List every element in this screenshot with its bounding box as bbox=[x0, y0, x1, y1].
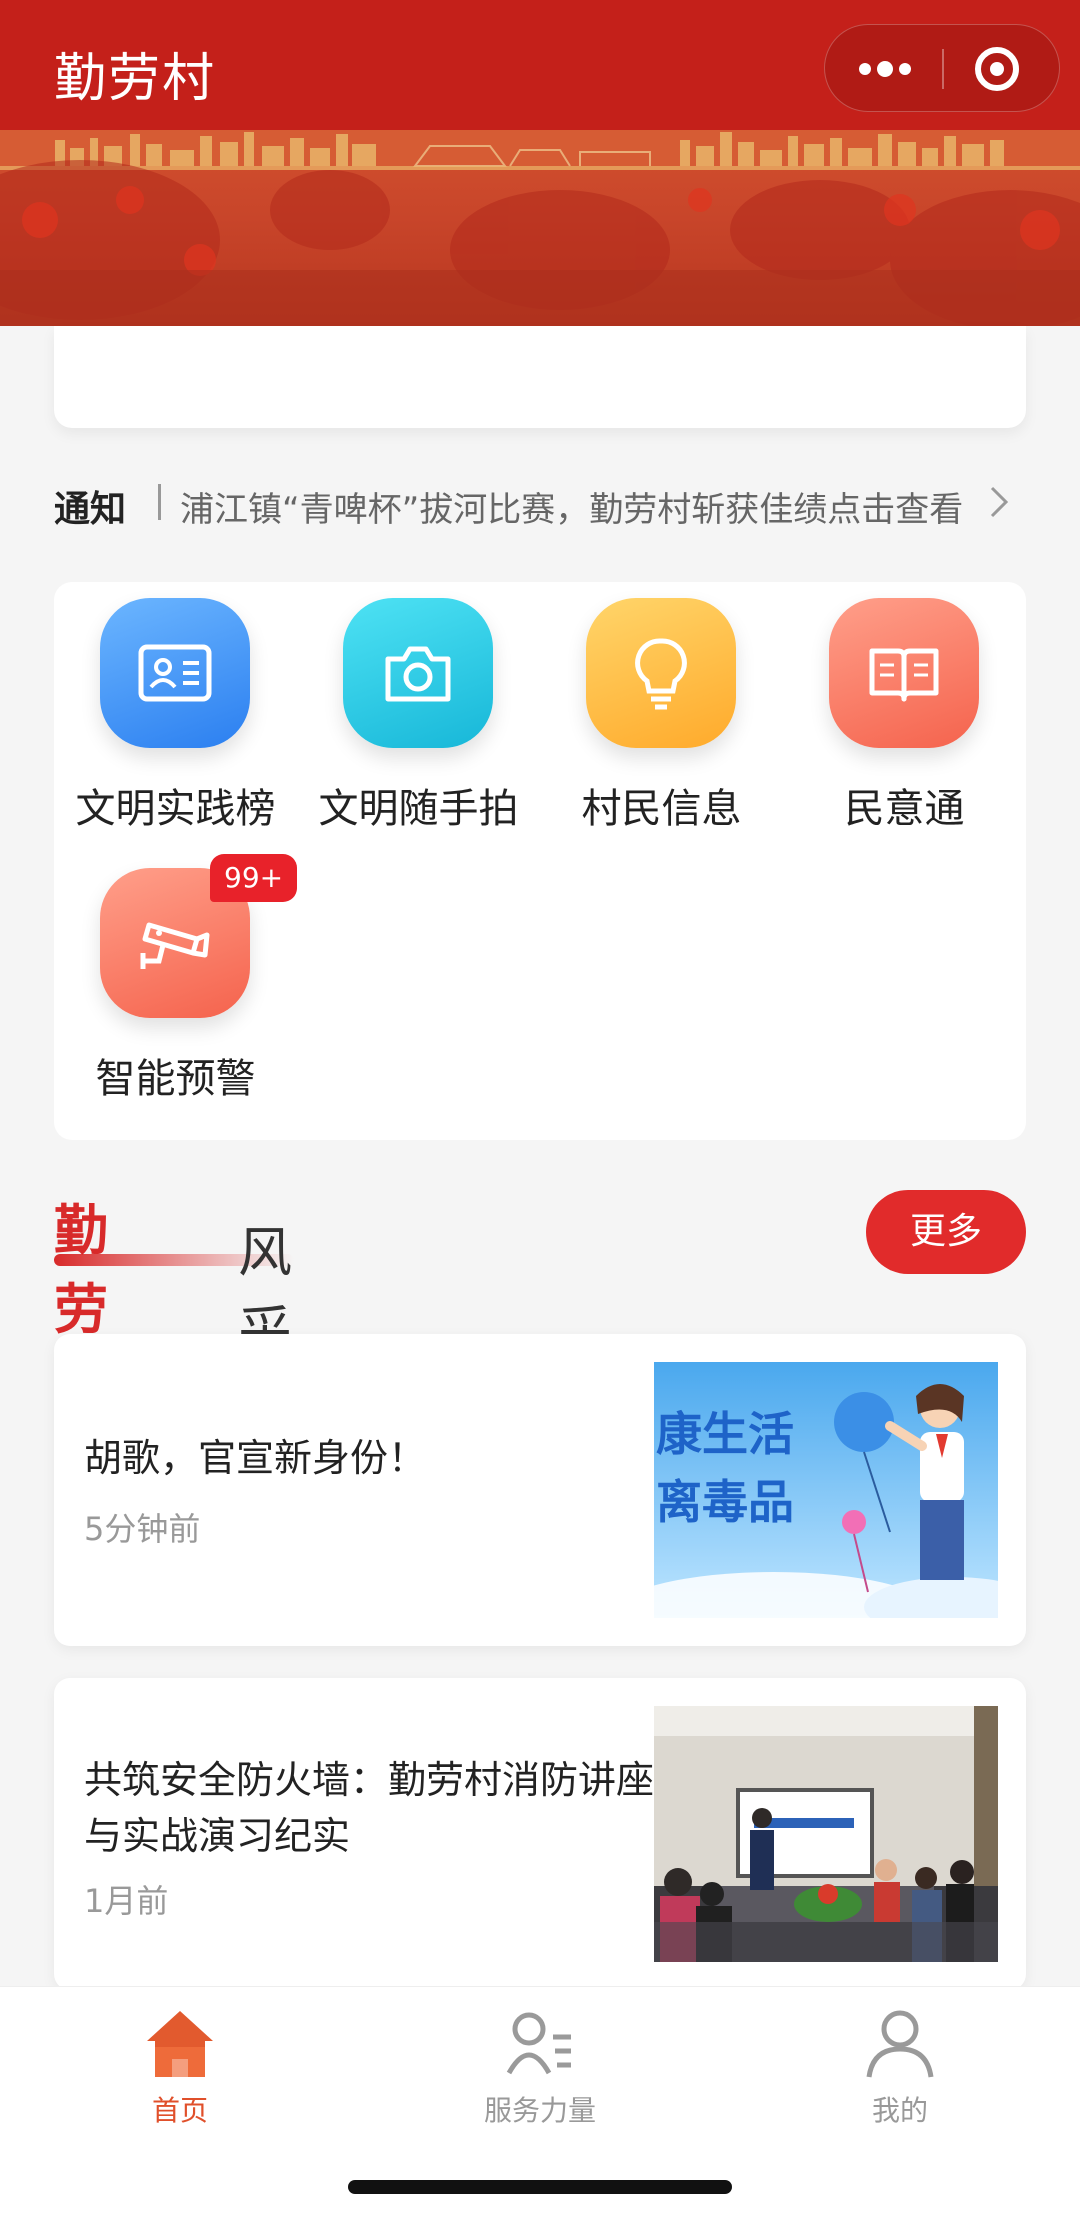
tab-label: 我的 bbox=[871, 2094, 928, 2127]
camera-icon bbox=[343, 598, 493, 748]
news-time: 5分钟前 bbox=[84, 1510, 201, 1548]
news-time: 1月前 bbox=[84, 1882, 169, 1920]
home-icon bbox=[147, 2011, 213, 2077]
news-card[interactable]: 共筑安全防火墙：勤劳村消防讲座与实战演习纪实 1月前 bbox=[54, 1678, 1026, 1990]
id-card-icon bbox=[100, 598, 250, 748]
notice-action: 点击查看 bbox=[827, 490, 964, 530]
chevron-right-icon[interactable] bbox=[984, 484, 1014, 520]
thumb-text-line2: 离毒品 bbox=[656, 1476, 794, 1528]
notice-headline: 浦江镇“青啤杯”拔河比赛，勤劳村斩获佳绩 bbox=[180, 490, 828, 530]
function-civilization-snapshot[interactable]: 文明随手拍 bbox=[297, 590, 540, 850]
function-label: 文明实践榜 bbox=[75, 786, 276, 832]
tab-label: 服务力量 bbox=[483, 2094, 596, 2127]
function-label: 村民信息 bbox=[581, 786, 742, 832]
news-title: 胡歌，官宣新身份！ bbox=[84, 1436, 427, 1480]
header-banner-image bbox=[0, 130, 1080, 326]
thumb-text-line1: 康生活 bbox=[656, 1408, 794, 1460]
function-public-opinion[interactable]: 民意通 bbox=[783, 590, 1026, 850]
more-button[interactable]: 更多 bbox=[866, 1190, 1026, 1274]
app-title: 勤劳村 bbox=[54, 49, 217, 109]
top-navigation-bar: 勤劳村 bbox=[0, 0, 1080, 130]
banner-card-bottom bbox=[54, 326, 1026, 428]
news-card[interactable]: 胡歌，官宣新身份！ 5分钟前 康生活 离毒品 bbox=[54, 1334, 1026, 1646]
function-label: 民意通 bbox=[844, 786, 965, 832]
notice-separator bbox=[158, 484, 161, 520]
tab-label: 首页 bbox=[151, 2094, 208, 2127]
function-grid: 文明实践榜 文明随手拍 村民信息 民意通 99+ 智能预警 bbox=[54, 582, 1026, 1140]
notice-text[interactable]: 浦江镇“青啤杯”拔河比赛，勤劳村斩获佳绩点击查看 bbox=[180, 482, 970, 531]
tab-service-force[interactable]: 服务力量 bbox=[430, 2001, 650, 2131]
function-villager-info[interactable]: 村民信息 bbox=[540, 590, 783, 850]
tab-home[interactable]: 首页 bbox=[70, 2001, 290, 2131]
notice-label: 通知 bbox=[54, 489, 127, 530]
lightbulb-icon bbox=[586, 598, 736, 748]
capsule-close-icon[interactable] bbox=[975, 47, 1019, 91]
function-smart-alert[interactable]: 99+ 智能预警 bbox=[54, 854, 298, 1120]
news-thumbnail bbox=[654, 1706, 998, 1962]
capsule-divider bbox=[942, 49, 944, 89]
news-title: 共筑安全防火墙：勤劳村消防讲座与实战演习纪实 bbox=[84, 1758, 655, 1858]
notification-badge: 99+ bbox=[210, 854, 298, 902]
village-showcase-header: 勤劳村 风采 更多 bbox=[54, 1180, 1026, 1420]
function-label: 智能预警 bbox=[95, 1056, 256, 1102]
news-thumbnail: 康生活 离毒品 bbox=[654, 1362, 998, 1618]
mini-program-capsule bbox=[824, 24, 1060, 112]
home-indicator bbox=[348, 2180, 732, 2194]
function-civilization-ranking[interactable]: 文明实践榜 bbox=[54, 590, 297, 850]
tab-mine[interactable]: 我的 bbox=[790, 2001, 1010, 2131]
more-dots-icon[interactable] bbox=[855, 55, 915, 83]
person-list-icon bbox=[506, 2012, 571, 2075]
user-icon bbox=[866, 2010, 934, 2078]
function-label: 文明随手拍 bbox=[318, 786, 519, 832]
book-icon bbox=[829, 598, 979, 748]
notice-bar[interactable]: 通知 浦江镇“青啤杯”拔河比赛，勤劳村斩获佳绩点击查看 bbox=[54, 470, 1026, 534]
